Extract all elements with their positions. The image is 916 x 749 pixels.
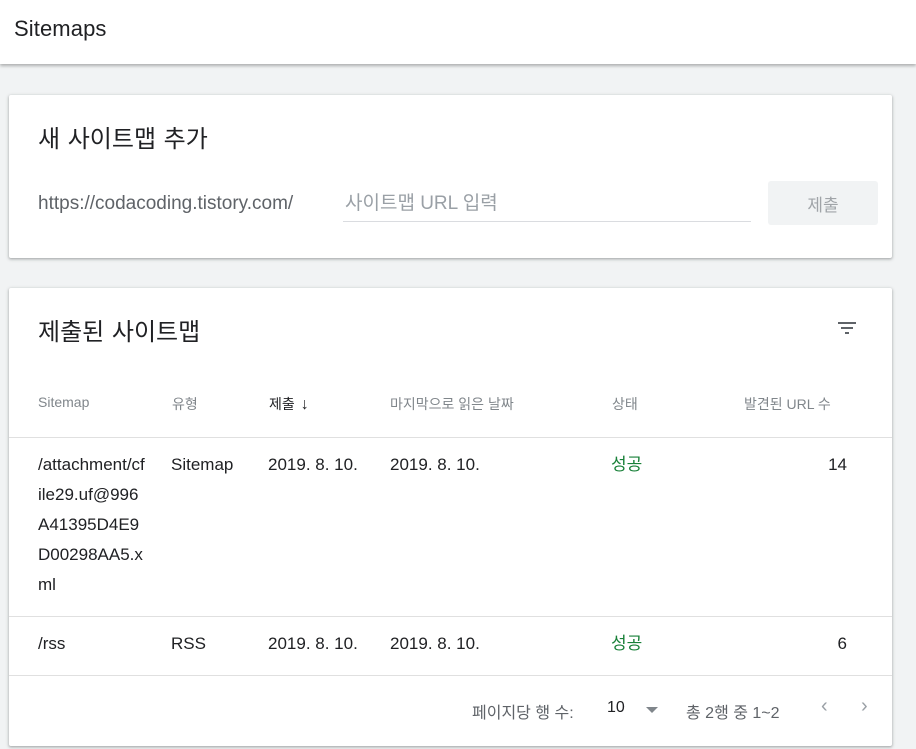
discovered-url-count: 14 bbox=[828, 455, 847, 474]
status-badge: 성공 bbox=[611, 455, 643, 474]
submit-button[interactable]: 제출 bbox=[768, 181, 878, 225]
last-read-date: 2019. 8. 10. bbox=[390, 455, 480, 474]
add-sitemap-heading: 새 사이트맵 추가 bbox=[38, 125, 208, 153]
arrow-down-icon: ↓ bbox=[300, 396, 309, 413]
submitted-sitemaps-card: 제출된 사이트맵 Sitemap 유형 제출 ↓ 마지막으로 읽은 날짜 상태 발… bbox=[9, 288, 892, 746]
table-divider bbox=[9, 437, 892, 438]
submitted-date: 2019. 8. 10. bbox=[268, 455, 358, 474]
pagination-range: 총 2행 중 1~2 bbox=[686, 705, 780, 722]
rows-per-page-select[interactable]: 10 bbox=[607, 699, 625, 717]
add-sitemap-card: 새 사이트맵 추가 https://codacoding.tistory.com… bbox=[9, 95, 892, 258]
sitemap-path[interactable]: /attachment/cfile29.uf@996A41395D4E9D002… bbox=[38, 450, 148, 600]
column-header-status[interactable]: 상태 bbox=[612, 394, 638, 414]
rows-per-page-label: 페이지당 행 수: bbox=[472, 705, 574, 722]
filter-icon[interactable] bbox=[835, 316, 859, 340]
page-title: Sitemaps bbox=[14, 16, 107, 41]
table-divider bbox=[9, 675, 892, 676]
column-header-discovered[interactable]: 발견된 URL 수 bbox=[744, 394, 831, 414]
sitemap-type: Sitemap bbox=[171, 455, 234, 474]
sitemap-type: RSS bbox=[171, 634, 206, 653]
submitted-date: 2019. 8. 10. bbox=[268, 634, 358, 653]
chevron-left-icon[interactable]: ‹ bbox=[821, 695, 828, 718]
discovered-url-count: 6 bbox=[837, 634, 847, 653]
column-header-sitemap[interactable]: Sitemap bbox=[38, 394, 89, 410]
chevron-right-icon[interactable]: › bbox=[861, 695, 868, 718]
top-bar: Sitemaps bbox=[0, 0, 916, 64]
column-header-last-read[interactable]: 마지막으로 읽은 날짜 bbox=[390, 394, 514, 414]
status-badge: 성공 bbox=[611, 634, 643, 653]
caret-down-icon[interactable] bbox=[646, 707, 658, 713]
column-header-type[interactable]: 유형 bbox=[172, 394, 198, 414]
submitted-sitemaps-heading: 제출된 사이트맵 bbox=[38, 318, 201, 346]
table-divider bbox=[9, 616, 892, 617]
sitemap-path[interactable]: /rss bbox=[38, 629, 148, 659]
column-header-submitted-label: 제출 bbox=[269, 396, 295, 412]
last-read-date: 2019. 8. 10. bbox=[390, 634, 480, 653]
column-header-submitted[interactable]: 제출 ↓ bbox=[269, 394, 309, 414]
sitemap-url-input[interactable] bbox=[343, 187, 751, 222]
url-prefix: https://codacoding.tistory.com/ bbox=[38, 193, 294, 214]
